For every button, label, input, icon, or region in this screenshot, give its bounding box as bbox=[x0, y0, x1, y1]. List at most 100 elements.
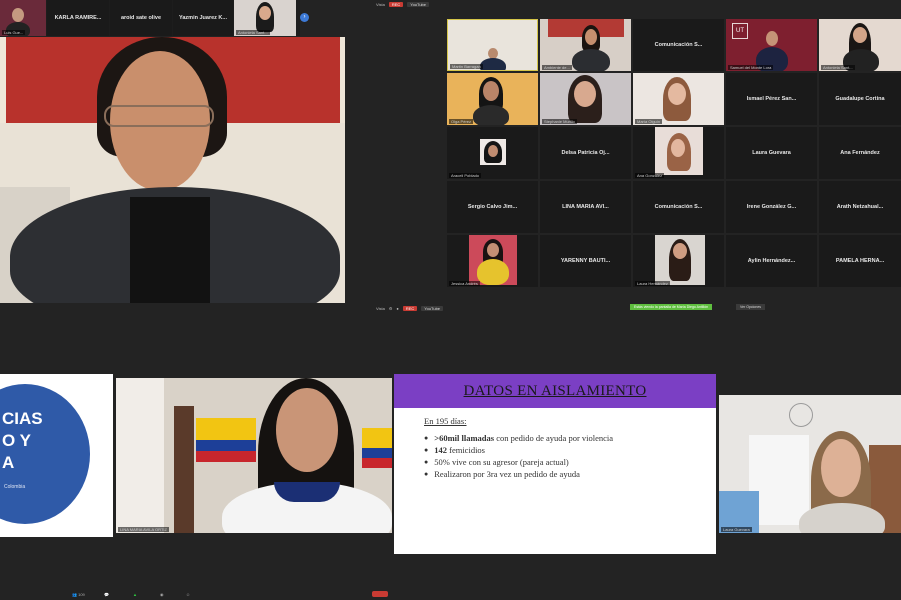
strip-tile-2[interactable]: aroid sate olive bbox=[110, 0, 172, 36]
top-participant-strip: Luis Gue... KARLA RAMIRE... aroid sate o… bbox=[0, 0, 309, 36]
bullet-icon: ● bbox=[424, 446, 429, 454]
tile-label: Samuel del Monte Lora bbox=[728, 65, 774, 70]
view-button[interactable]: Vista bbox=[376, 306, 385, 311]
share-screen-icon[interactable]: ▲ bbox=[133, 592, 137, 597]
gallery-tile[interactable]: PAMELA HERNA... bbox=[819, 235, 901, 287]
youtube-live-button[interactable]: YouTube bbox=[407, 2, 429, 7]
gallery-tile[interactable]: LINA MARIA AVI... bbox=[540, 181, 631, 233]
gallery-tile[interactable]: Irene González G... bbox=[726, 181, 817, 233]
strip-tile-3[interactable]: Yazmin Juarez K... bbox=[173, 0, 233, 36]
rec-indicator: REC bbox=[402, 306, 418, 311]
avatar bbox=[766, 31, 778, 46]
participants-count: 109 bbox=[78, 591, 85, 597]
tile-label: Olga Pérez bbox=[449, 119, 474, 124]
gallery-tile[interactable]: Ismael Pérez San... bbox=[726, 73, 817, 125]
gallery-tile[interactable]: Antonieta Sant... bbox=[819, 19, 901, 71]
avatar bbox=[671, 139, 685, 157]
gallery-tile[interactable]: María Olguín bbox=[633, 73, 724, 125]
participant-video-laura[interactable]: Laura Guevara bbox=[719, 395, 901, 533]
strip-tile-4[interactable]: Antonieta Sant... bbox=[234, 0, 296, 36]
gallery-bottom-toolbar: Vista ⚙ ● REC YouTube bbox=[376, 306, 444, 311]
strip-next-arrow-icon[interactable]: › bbox=[300, 13, 309, 22]
bullet-icon: ● bbox=[424, 434, 429, 442]
slide-subtitle: En 195 días: bbox=[424, 416, 467, 426]
gallery-tile[interactable]: Ana Fernández bbox=[819, 127, 901, 179]
tile-label: Stephanie Murillo bbox=[542, 119, 577, 124]
gallery-tile[interactable]: Araceli Poblado bbox=[447, 127, 538, 179]
gallery-tile[interactable]: Stephanie Murillo bbox=[540, 73, 631, 125]
slide-title: DATOS EN AISLAMIENTO bbox=[463, 382, 647, 399]
gallery-tile[interactable]: Martin Barragan bbox=[447, 19, 538, 71]
tile-name: Ismael Pérez San... bbox=[746, 96, 797, 102]
avatar bbox=[585, 29, 597, 45]
tile-label: Laura Hernández bbox=[635, 281, 670, 286]
view-options-button[interactable]: Ver Opciones bbox=[736, 304, 766, 310]
bullet-text: femicidios bbox=[446, 445, 485, 455]
tile-label: Martin Barragan bbox=[450, 64, 483, 69]
slide-bullet: ● 50% vive con su agresor (pareja actual… bbox=[424, 456, 686, 468]
tile-label: Laura Guevara bbox=[721, 527, 752, 532]
tile-name: Guadalupe Cortina bbox=[835, 96, 885, 102]
record-icon[interactable]: ● bbox=[396, 306, 398, 311]
chat-icon[interactable]: 💬 bbox=[104, 592, 109, 597]
record-icon[interactable]: ◉ bbox=[160, 592, 164, 597]
gallery-tile[interactable]: Comunicación S... bbox=[633, 19, 724, 71]
tile-name: YARENNY BAUTI... bbox=[560, 258, 611, 264]
gallery-tile[interactable]: Delsa Patricia Oj... bbox=[540, 127, 631, 179]
tile-label: Araceli Poblado bbox=[449, 173, 482, 178]
reactions-icon[interactable]: ☺ bbox=[186, 592, 190, 597]
gallery-tile[interactable]: Laura Guevara bbox=[726, 127, 817, 179]
slide-line-1: CIAS bbox=[2, 409, 43, 428]
gallery-tile[interactable]: Ambiente de... bbox=[540, 19, 631, 71]
gallery-tile[interactable]: Jessica Andrés bbox=[447, 235, 538, 287]
end-meeting-button[interactable] bbox=[372, 591, 388, 597]
colombia-slide-thumbnail[interactable]: CIAS O Y A Colombia bbox=[0, 374, 113, 537]
bullet-icon: ● bbox=[424, 458, 429, 466]
meeting-controls-bar: 👥 109 💬 ▲ ◉ ☺ bbox=[0, 588, 901, 600]
rec-indicator: REC bbox=[388, 2, 404, 7]
screen-share-notice: Estás viendo la pantalla de María Diego … bbox=[630, 304, 713, 310]
strip-tile-1[interactable]: KARLA RAMIRE... bbox=[47, 0, 109, 36]
gallery-grid: Martin Barragan Ambiente de... Comunicac… bbox=[447, 19, 901, 287]
tile-label: Jessica Andrés bbox=[449, 281, 480, 286]
strip-name-3: Yazmin Juarez K... bbox=[179, 15, 227, 21]
gallery-tile[interactable]: Ana Gonzalez bbox=[633, 127, 724, 179]
tile-label: LINA MARIA AVILA ORTIZ bbox=[118, 527, 169, 532]
slide-country: Colombia bbox=[4, 484, 26, 490]
slide-bullet: ● 142 femicidios bbox=[424, 444, 686, 456]
tile-name: Comunicación S... bbox=[654, 42, 703, 48]
tile-name: Delsa Patricia Oj... bbox=[561, 150, 610, 156]
gallery-tile[interactable]: Arath Netzahual... bbox=[819, 181, 901, 233]
slide-bullet: ● >60mil llamadas con pedido de ayuda po… bbox=[424, 432, 686, 444]
active-speaker-video[interactable] bbox=[0, 37, 345, 303]
speaker-shirt bbox=[130, 197, 210, 303]
tile-name: Comunicación S... bbox=[654, 204, 703, 210]
tile-name: Ana Fernández bbox=[840, 150, 880, 156]
gallery-tile[interactable]: Comunicación S... bbox=[633, 181, 724, 233]
avatar bbox=[673, 243, 687, 259]
avatar bbox=[487, 243, 499, 257]
gallery-tile[interactable]: UT Samuel del Monte Lora bbox=[726, 19, 817, 71]
gallery-tile[interactable]: Guadalupe Cortina bbox=[819, 73, 901, 125]
gallery-tile[interactable]: Aylin Hernández... bbox=[726, 235, 817, 287]
tile-label: María Olguín bbox=[635, 119, 663, 124]
tile-label: Antonieta Sant... bbox=[821, 65, 855, 70]
gallery-tile[interactable]: Olga Pérez bbox=[447, 73, 538, 125]
gallery-tile[interactable]: YARENNY BAUTI... bbox=[540, 235, 631, 287]
tile-name: LINA MARIA AVI... bbox=[562, 204, 609, 210]
strip-tile-0[interactable]: Luis Gue... bbox=[0, 0, 46, 36]
lamp-icon bbox=[789, 403, 813, 427]
avatar bbox=[853, 27, 867, 43]
strip-name-4: Antonieta Sant... bbox=[236, 30, 270, 35]
participant-video-lina[interactable]: LINA MARIA AVILA ORTIZ bbox=[116, 378, 392, 533]
avatar bbox=[12, 8, 24, 22]
gallery-tile[interactable]: Laura Hernández bbox=[633, 235, 724, 287]
bullet-icon: ● bbox=[424, 470, 429, 478]
participants-icon[interactable]: 👥 109 bbox=[72, 592, 85, 597]
gallery-tile[interactable]: Sergio Calvo Jim... bbox=[447, 181, 538, 233]
youtube-live-button[interactable]: YouTube bbox=[421, 306, 444, 311]
bullet-text: Realizaron por 3ra vez un pedido de ayud… bbox=[434, 469, 580, 479]
bullet-bold: >60mil llamadas bbox=[434, 433, 495, 443]
view-button[interactable]: Vista bbox=[376, 2, 385, 7]
settings-icon[interactable]: ⚙ bbox=[389, 306, 393, 311]
